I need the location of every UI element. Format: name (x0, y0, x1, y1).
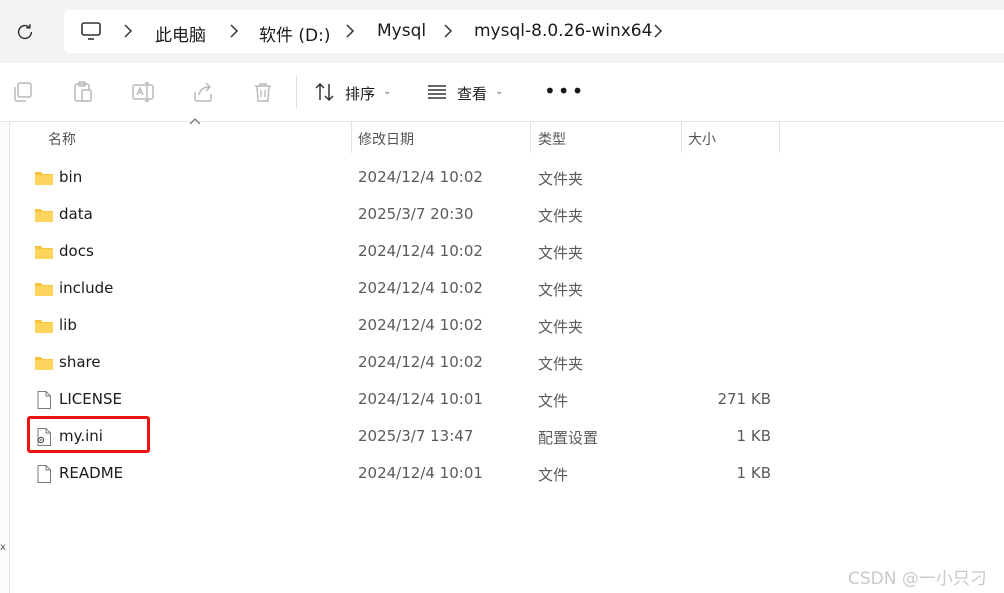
view-button[interactable]: 查看 ⌄ (426, 79, 510, 105)
column-header-size[interactable]: 大小 (682, 121, 779, 153)
breadcrumb-this-pc[interactable]: 此电脑 (155, 21, 206, 46)
document-icon (37, 465, 51, 483)
file-type: 配置设置 (538, 429, 599, 447)
file-type: 文件夹 (538, 318, 584, 336)
file-type: 文件夹 (538, 355, 584, 373)
folder-icon (35, 172, 53, 185)
delete-icon[interactable] (251, 80, 275, 104)
file-type: 文件 (538, 392, 569, 410)
refresh-icon[interactable] (14, 21, 36, 43)
file-date: 2024/12/4 10:01 (358, 464, 483, 482)
file-row-license[interactable]: LICENSE 2024/12/4 10:01 文件 271 KB (26, 381, 786, 418)
column-header-name-label: 名称 (48, 132, 76, 148)
chevron-down-icon: ⌄ (495, 86, 504, 97)
folder-icon (35, 209, 53, 222)
file-date: 2024/12/4 10:02 (358, 353, 483, 371)
file-name: share (59, 353, 101, 371)
breadcrumb-current-folder[interactable]: mysql-8.0.26-winx64 (474, 21, 652, 41)
column-divider[interactable] (779, 121, 780, 153)
file-name: include (59, 279, 114, 297)
column-header-type[interactable]: 类型 (531, 121, 681, 153)
paste-icon[interactable] (71, 80, 95, 104)
folder-icon (35, 357, 53, 370)
file-type: 文件夹 (538, 170, 584, 188)
file-name: data (59, 205, 93, 223)
file-name: docs (59, 242, 94, 260)
sort-icon (315, 82, 334, 102)
file-name: lib (59, 316, 77, 334)
folder-icon (35, 246, 53, 259)
column-header-name[interactable]: 名称 (26, 121, 351, 153)
file-type: 文件 (538, 466, 569, 484)
file-row-lib[interactable]: lib 2024/12/4 10:02 文件夹 (26, 307, 786, 344)
file-name: LICENSE (59, 390, 122, 408)
column-header-type-label: 类型 (538, 132, 566, 148)
rename-icon[interactable] (131, 80, 155, 104)
file-date: 2024/12/4 10:02 (358, 168, 483, 186)
folder-icon (35, 283, 53, 296)
file-row-include[interactable]: include 2024/12/4 10:02 文件夹 (26, 270, 786, 307)
copy-icon[interactable] (11, 80, 35, 104)
watermark: CSDN @一小只刁 (848, 569, 987, 589)
file-type: 文件夹 (538, 281, 584, 299)
file-row-share[interactable]: share 2024/12/4 10:02 文件夹 (26, 344, 786, 381)
file-date: 2024/12/4 10:02 (358, 242, 483, 260)
file-size: 1 KB (736, 427, 771, 445)
toolbar-separator (296, 75, 297, 109)
file-size: 271 KB (717, 390, 771, 408)
breadcrumb[interactable]: 此电脑 软件 (D:) Mysql mysql-8.0.26-winx64 (64, 10, 1004, 53)
chevron-right-icon[interactable] (122, 23, 134, 39)
share-icon[interactable] (191, 80, 215, 104)
chevron-down-icon: ⌄ (383, 86, 392, 97)
column-header-size-label: 大小 (688, 132, 716, 148)
computer-icon[interactable] (80, 21, 102, 41)
file-date: 2024/12/4 10:01 (358, 390, 483, 408)
view-button-label: 查看 (457, 85, 488, 103)
chevron-right-icon[interactable] (652, 23, 664, 39)
address-bar-area: 此电脑 软件 (D:) Mysql mysql-8.0.26-winx64 (0, 0, 1004, 63)
breadcrumb-drive[interactable]: 软件 (D:) (259, 21, 331, 46)
folder-icon (35, 320, 53, 333)
navigation-pane-edge[interactable]: x (0, 122, 10, 593)
chevron-right-icon[interactable] (344, 23, 356, 39)
column-header-date[interactable]: 修改日期 (352, 121, 530, 153)
file-name: README (59, 464, 124, 482)
file-type: 文件夹 (538, 207, 584, 225)
column-header-date-label: 修改日期 (358, 132, 414, 148)
file-row-docs[interactable]: docs 2024/12/4 10:02 文件夹 (26, 233, 786, 270)
chevron-right-icon[interactable] (228, 23, 240, 39)
view-list-icon (428, 85, 446, 99)
breadcrumb-mysql[interactable]: Mysql (377, 21, 426, 41)
sort-button-label: 排序 (345, 85, 376, 103)
highlight-box (27, 416, 150, 453)
file-date: 2024/12/4 10:02 (358, 279, 483, 297)
more-options-button[interactable]: ••• (544, 81, 585, 101)
document-icon (37, 391, 51, 409)
file-row-data[interactable]: data 2025/3/7 20:30 文件夹 (26, 196, 786, 233)
file-row-bin[interactable]: bin 2024/12/4 10:02 文件夹 (26, 159, 786, 196)
command-bar: 排序 ⌄ 查看 ⌄ ••• (0, 63, 1004, 122)
file-date: 2024/12/4 10:02 (358, 316, 483, 334)
file-date: 2025/3/7 20:30 (358, 205, 474, 223)
chevron-right-icon[interactable] (442, 23, 454, 39)
file-size: 1 KB (736, 464, 771, 482)
file-type: 文件夹 (538, 244, 584, 262)
file-name: bin (59, 168, 83, 186)
sort-button[interactable]: 排序 ⌄ (314, 79, 398, 105)
file-row-readme[interactable]: README 2024/12/4 10:01 文件 1 KB (26, 455, 786, 492)
truncated-nav-text: x (0, 542, 6, 553)
file-date: 2025/3/7 13:47 (358, 427, 474, 445)
